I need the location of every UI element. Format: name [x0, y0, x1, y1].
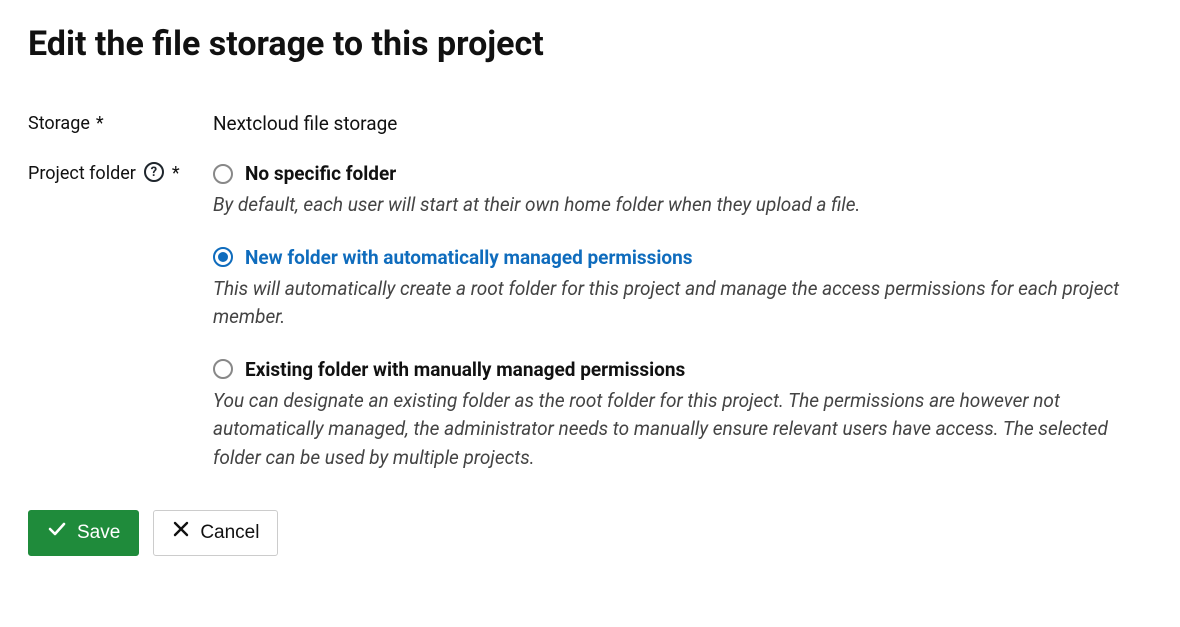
close-icon: [172, 520, 190, 546]
radio-description: By default, each user will start at thei…: [213, 191, 1152, 220]
required-asterisk: *: [172, 162, 180, 186]
storage-row: Storage * Nextcloud file storage: [28, 112, 1152, 136]
project-folder-label: Project folder: [28, 162, 136, 186]
radio-input-no-specific[interactable]: [213, 164, 233, 184]
storage-value: Nextcloud file storage: [213, 112, 1152, 135]
radio-option-no-specific: No specific folder By default, each user…: [213, 162, 1152, 220]
storage-label: Storage: [28, 112, 90, 136]
page-title: Edit the file storage to this project: [28, 24, 1152, 64]
help-icon[interactable]: ?: [144, 162, 164, 182]
radio-description: You can designate an existing folder as …: [213, 387, 1152, 473]
radio-input-new-folder[interactable]: [213, 247, 233, 267]
storage-label-col: Storage *: [28, 112, 213, 136]
radio-label[interactable]: New folder with automatically managed pe…: [245, 246, 693, 269]
project-folder-row: Project folder ? * No specific folder By…: [28, 162, 1152, 472]
save-button-label: Save: [77, 521, 120, 546]
save-button[interactable]: Save: [28, 510, 139, 556]
actions-row: Save Cancel: [28, 510, 1152, 556]
radio-description: This will automatically create a root fo…: [213, 275, 1152, 332]
radio-input-existing-folder[interactable]: [213, 359, 233, 379]
cancel-button[interactable]: Cancel: [153, 510, 278, 556]
project-folder-label-col: Project folder ? *: [28, 162, 213, 186]
cancel-button-label: Cancel: [200, 521, 259, 546]
radio-option-new-folder: New folder with automatically managed pe…: [213, 246, 1152, 332]
project-folder-options: No specific folder By default, each user…: [213, 162, 1152, 472]
check-icon: [47, 519, 67, 547]
radio-label[interactable]: No specific folder: [245, 162, 396, 185]
radio-option-existing-folder: Existing folder with manually managed pe…: [213, 358, 1152, 473]
required-asterisk: *: [96, 112, 104, 136]
radio-label[interactable]: Existing folder with manually managed pe…: [245, 358, 685, 381]
